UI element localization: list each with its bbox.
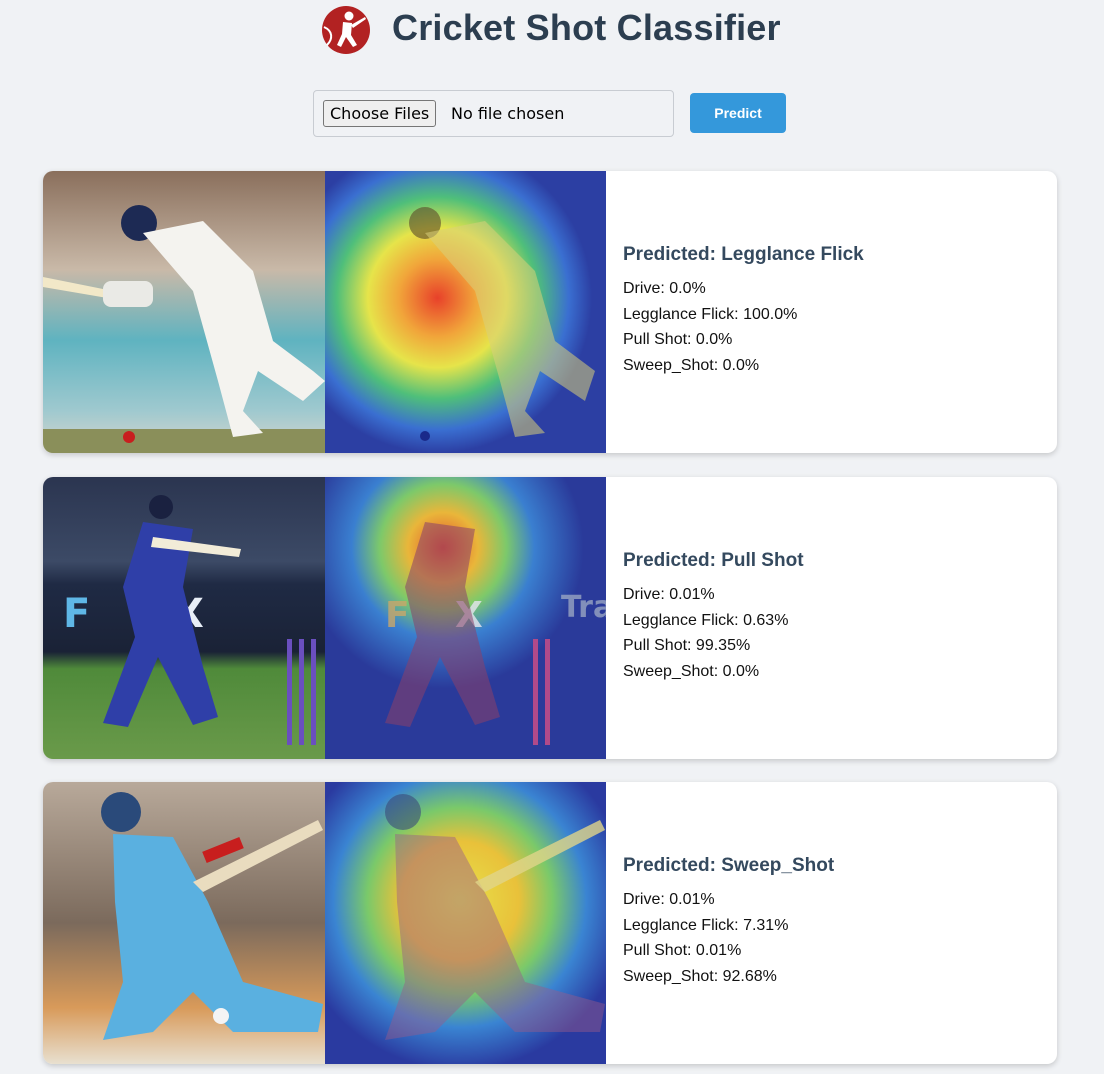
prediction-info: Predicted: Sweep_Shot Drive: 0.01% Leggl…	[623, 782, 1043, 1064]
page-header: Cricket Shot Classifier	[0, 0, 1104, 60]
result-card: Predicted: Legglance Flick Drive: 0.0% L…	[43, 171, 1057, 453]
heatmap-image	[325, 782, 606, 1064]
probability-item: Pull Shot: 0.0%	[623, 331, 733, 348]
heatmap-image: F X Tra	[325, 477, 606, 759]
cricket-logo-icon	[321, 5, 371, 55]
probability-item: Drive: 0.01%	[623, 586, 715, 603]
file-status-text: No file chosen	[451, 104, 565, 123]
result-card: Predicted: Sweep_Shot Drive: 0.01% Leggl…	[43, 782, 1057, 1064]
predicted-label: Predicted: Pull Shot	[623, 550, 804, 571]
svg-text:F: F	[63, 591, 90, 637]
svg-text:F: F	[385, 595, 410, 636]
prediction-info: Predicted: Pull Shot Drive: 0.01% Leggla…	[623, 477, 1043, 759]
probability-item: Drive: 0.0%	[623, 280, 706, 297]
probability-item: Pull Shot: 99.35%	[623, 637, 751, 654]
probability-item: Legglance Flick: 100.0%	[623, 306, 798, 323]
choose-files-button[interactable]: Choose Files	[323, 100, 437, 127]
original-image	[43, 171, 325, 453]
probability-item: Sweep_Shot: 0.0%	[623, 357, 760, 374]
probability-item: Drive: 0.01%	[623, 891, 715, 908]
predict-button[interactable]: Predict	[690, 93, 786, 133]
predicted-label: Predicted: Legglance Flick	[623, 244, 864, 265]
file-input[interactable]: Choose Files No file chosen	[313, 90, 674, 137]
svg-text:Tra: Tra	[561, 590, 606, 625]
prediction-info: Predicted: Legglance Flick Drive: 0.0% L…	[623, 171, 1043, 453]
probability-item: Pull Shot: 0.01%	[623, 942, 742, 959]
original-image: F X	[43, 477, 325, 759]
result-card: F X F X Tra	[43, 477, 1057, 759]
page-title: Cricket Shot Classifier	[392, 7, 781, 48]
probability-item: Legglance Flick: 7.31%	[623, 917, 789, 934]
predicted-label: Predicted: Sweep_Shot	[623, 855, 835, 876]
original-image	[43, 782, 325, 1064]
heatmap-image	[325, 171, 606, 453]
probability-item: Sweep_Shot: 92.68%	[623, 968, 777, 985]
probability-item: Sweep_Shot: 0.0%	[623, 663, 760, 680]
probability-item: Legglance Flick: 0.63%	[623, 612, 789, 629]
